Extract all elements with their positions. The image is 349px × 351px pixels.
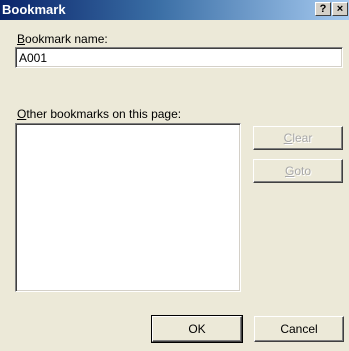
bookmark-name-value: A001 xyxy=(19,51,48,65)
bookmark-dialog: Bookmark ? × Bookmark name: A001 Other b… xyxy=(0,0,349,351)
help-icon[interactable]: ? xyxy=(315,2,331,16)
bookmark-name-input[interactable]: A001 xyxy=(15,47,343,68)
other-bookmarks-label: Other bookmarks on this page: xyxy=(17,107,182,121)
window-title: Bookmark xyxy=(2,2,66,17)
cancel-button[interactable]: Cancel xyxy=(254,316,344,342)
bookmark-name-label: Bookmark name: xyxy=(17,32,108,46)
other-bookmarks-list[interactable] xyxy=(15,123,241,292)
title-bar[interactable]: Bookmark ? × xyxy=(0,0,349,20)
close-icon[interactable]: × xyxy=(332,2,348,16)
ok-button[interactable]: OK xyxy=(151,315,243,343)
clear-button[interactable]: Clear xyxy=(253,126,343,150)
goto-button[interactable]: Goto xyxy=(253,159,343,183)
